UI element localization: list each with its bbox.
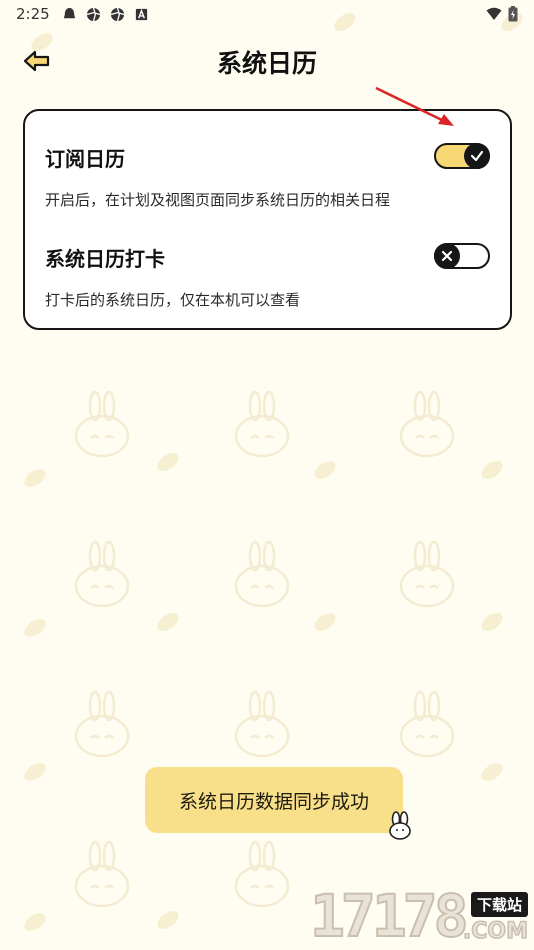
watermark-domain: .COM bbox=[462, 918, 529, 945]
setting-row-subscribe-calendar: 订阅日历 开启后，在计划及视图页面同步系统日历的相关日程 bbox=[45, 143, 490, 213]
setting-description: 开启后，在计划及视图页面同步系统日历的相关日程 bbox=[45, 191, 391, 209]
aperture-icon bbox=[86, 7, 100, 21]
bunny-icon bbox=[389, 811, 411, 840]
watermark-digits: 17178 bbox=[309, 881, 470, 950]
site-watermark: 17178 下载站 .COM bbox=[309, 880, 534, 950]
font-a-icon bbox=[135, 8, 147, 20]
toggle-knob bbox=[434, 243, 460, 269]
check-icon bbox=[470, 150, 484, 162]
annotation-arrow bbox=[375, 86, 454, 126]
toast-message: 系统日历数据同步成功 bbox=[145, 767, 411, 840]
header: 系统日历 bbox=[0, 40, 534, 84]
battery-icon bbox=[508, 6, 518, 22]
setting-row-calendar-checkin: 系统日历打卡 打卡后的系统日历，仅在本机可以查看 bbox=[45, 243, 490, 313]
status-bar: 2:25 bbox=[0, 0, 534, 28]
page-title: 系统日历 bbox=[216, 49, 317, 78]
aperture-icon bbox=[110, 7, 124, 21]
setting-title: 订阅日历 bbox=[45, 147, 125, 171]
status-right bbox=[486, 6, 518, 22]
toast-text: 系统日历数据同步成功 bbox=[178, 790, 369, 813]
watermark-badge: 下载站 bbox=[470, 892, 528, 917]
wifi-icon bbox=[486, 7, 502, 20]
calendar-checkin-toggle[interactable] bbox=[434, 243, 490, 269]
settings-card: 订阅日历 开启后，在计划及视图页面同步系统日历的相关日程 系统日历打卡 打卡后的… bbox=[23, 109, 512, 330]
qq-bell-icon bbox=[63, 7, 75, 18]
toggle-knob bbox=[464, 143, 490, 169]
status-time: 2:25 bbox=[16, 5, 50, 23]
x-icon bbox=[441, 250, 453, 262]
setting-description: 打卡后的系统日历，仅在本机可以查看 bbox=[45, 291, 301, 309]
subscribe-calendar-toggle[interactable] bbox=[434, 143, 490, 169]
setting-title: 系统日历打卡 bbox=[45, 247, 165, 271]
